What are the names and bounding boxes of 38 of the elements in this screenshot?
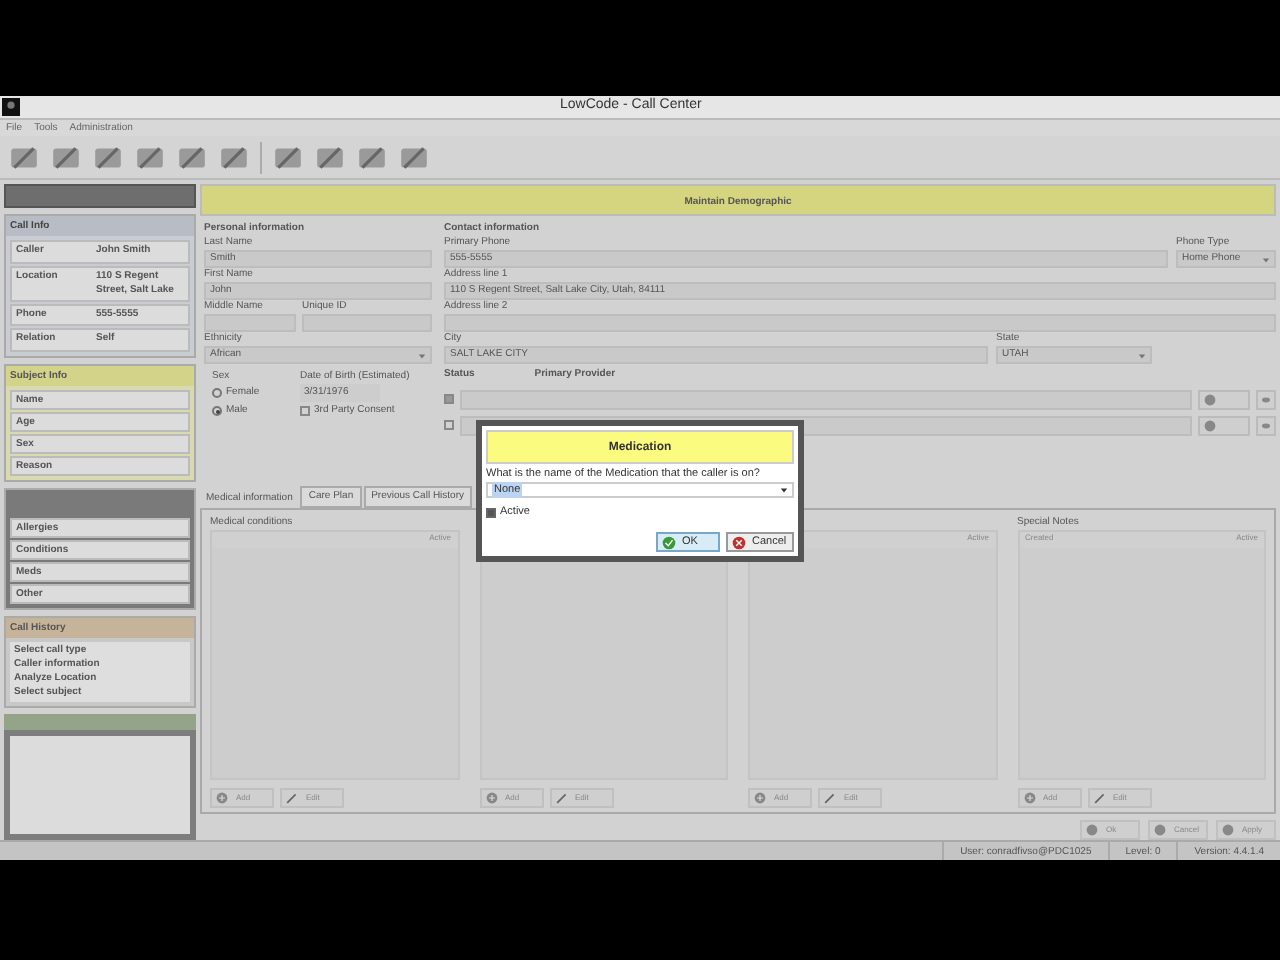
checkbox[interactable] (444, 420, 454, 430)
circle-icon (1204, 393, 1216, 405)
plus-circle-icon (216, 792, 228, 805)
circle-icon (1154, 824, 1166, 836)
toolbar-tool-icon (272, 141, 304, 173)
toolbar-tool-icon (50, 141, 82, 173)
circle-icon (1086, 824, 1098, 836)
toolbar-tool-icon (218, 141, 250, 173)
toolbar-tool-icon (356, 141, 388, 173)
toolbar-tool-icon (8, 141, 40, 173)
view-button[interactable] (1256, 415, 1276, 435)
pencil-icon (286, 792, 298, 805)
provider-button[interactable] (1198, 389, 1250, 409)
caret-icon (780, 486, 788, 494)
caret-icon (1262, 255, 1270, 263)
circle-icon (1222, 824, 1234, 836)
plus-circle-icon (485, 792, 497, 805)
cross-circle-icon (732, 535, 746, 549)
pencil-icon (824, 792, 836, 805)
pencil-icon (1093, 792, 1105, 805)
app-icon (2, 98, 20, 116)
check-circle-icon (662, 535, 676, 549)
caret-icon (1138, 351, 1146, 359)
eye-icon (1260, 421, 1272, 429)
toolbar-tool-icon (92, 141, 124, 173)
toolbar-tool-icon (314, 141, 346, 173)
eye-icon (1260, 395, 1272, 403)
view-button[interactable] (1256, 389, 1276, 409)
toolbar-tool-icon (176, 141, 208, 173)
pencil-icon (555, 792, 567, 805)
toolbar-tool-icon (398, 141, 430, 173)
provider-button[interactable] (1198, 415, 1250, 435)
plus-circle-icon (754, 792, 766, 805)
circle-icon (1204, 419, 1216, 431)
toolbar-tool-icon (134, 141, 166, 173)
checkbox[interactable] (444, 394, 454, 404)
caret-icon (418, 351, 426, 359)
plus-circle-icon (1023, 792, 1035, 805)
